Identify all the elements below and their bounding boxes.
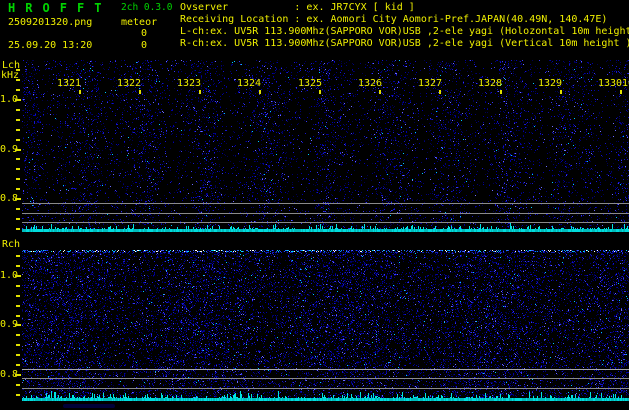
time-label: 1322 bbox=[117, 78, 142, 89]
freq-axis-tick bbox=[15, 198, 21, 200]
freq-axis-tick bbox=[16, 364, 20, 366]
freq-axis-tick bbox=[16, 69, 20, 71]
freq-axis-tick bbox=[16, 109, 20, 111]
time-label: 1321 bbox=[57, 78, 82, 89]
mode-version-label: 2ch 0.3.0 bbox=[121, 2, 173, 13]
time-axis-tick bbox=[319, 90, 321, 94]
freq-axis-tick bbox=[16, 394, 20, 396]
lch-rig-info-line: L-ch:ex. UV5R 113.900Mhz(SAPPORO VOR)USB… bbox=[180, 26, 629, 37]
time-label: 1326 bbox=[358, 78, 383, 89]
rch-ytick-0-8: 0.8 bbox=[0, 369, 19, 380]
rch-ytick-1-0: 1.0 bbox=[0, 270, 19, 281]
freq-axis-tick bbox=[16, 218, 20, 220]
time-axis-tick bbox=[620, 90, 622, 94]
freq-axis-tick bbox=[16, 208, 20, 210]
rch-channel-label: Rch bbox=[2, 239, 21, 250]
observer-info-line: Ovserver : ex. JR7CYX [ kid ] bbox=[180, 2, 415, 13]
time-label: 1325 bbox=[298, 78, 323, 89]
time-axis-tick bbox=[500, 90, 502, 94]
location-info-line: Receiving Location : ex. Aomori City Aom… bbox=[180, 14, 608, 25]
time-axis-tick bbox=[379, 90, 381, 94]
time-label: 1327 bbox=[418, 78, 443, 89]
meteor-count-rch: 0 bbox=[141, 40, 148, 51]
output-filename: 2509201320.png bbox=[8, 17, 93, 28]
app-title: H R O F F T bbox=[8, 1, 103, 15]
time-label: 1328 bbox=[478, 78, 503, 89]
time-label: 1329 bbox=[538, 78, 563, 89]
freq-axis-tick bbox=[16, 158, 20, 160]
freq-axis-tick bbox=[16, 384, 20, 386]
freq-axis-tick bbox=[16, 285, 20, 287]
freq-axis-tick bbox=[16, 139, 20, 141]
freq-axis-tick bbox=[16, 228, 20, 230]
time-axis-tick bbox=[139, 90, 141, 94]
time-axis-tick bbox=[79, 90, 81, 94]
freq-axis-tick bbox=[16, 344, 20, 346]
freq-axis-tick bbox=[15, 149, 21, 151]
lch-ytick-0-9: 0.9 bbox=[0, 144, 19, 155]
time-label: 1323 bbox=[177, 78, 202, 89]
meteor-counter-label: meteor bbox=[121, 17, 158, 28]
freq-axis-tick bbox=[16, 255, 20, 257]
rch-ytick-0-9: 0.9 bbox=[0, 319, 19, 330]
freq-axis-tick bbox=[15, 324, 21, 326]
freq-axis-tick bbox=[16, 89, 20, 91]
timestamp: 25.09.20 13:20 bbox=[8, 40, 93, 51]
freq-axis-tick bbox=[16, 79, 20, 81]
rch-spectrogram bbox=[22, 250, 629, 401]
freq-axis-tick bbox=[16, 315, 20, 317]
time-label: 1324 bbox=[237, 78, 262, 89]
freq-axis-tick bbox=[16, 168, 20, 170]
lch-ytick-1-0: 1.0 bbox=[0, 94, 19, 105]
freq-axis-tick bbox=[15, 275, 21, 277]
time-axis-tick bbox=[439, 90, 441, 94]
freq-axis-tick bbox=[16, 178, 20, 180]
lch-ytick-0-8: 0.8 bbox=[0, 193, 19, 204]
time-label: 1330 bbox=[598, 78, 623, 89]
freq-axis-tick bbox=[16, 119, 20, 121]
rch-rig-info-line: R-ch:ex. UV5R 113.900Mhz(SAPPORO VOR)USB… bbox=[180, 38, 629, 49]
time-axis-tick bbox=[199, 90, 201, 94]
hrofft-screen: H R O F F T 2ch 0.3.0 2509201320.png met… bbox=[0, 0, 629, 410]
time-axis-edge-label: 10 bbox=[622, 78, 629, 89]
freq-axis-tick bbox=[16, 129, 20, 131]
freq-axis-tick bbox=[16, 188, 20, 190]
faint-artifact bbox=[63, 404, 115, 408]
freq-axis-tick bbox=[15, 99, 21, 101]
freq-axis-tick bbox=[16, 334, 20, 336]
freq-axis-tick bbox=[16, 265, 20, 267]
freq-axis-tick bbox=[15, 374, 21, 376]
meteor-count-lch: 0 bbox=[141, 28, 148, 39]
time-axis-tick bbox=[560, 90, 562, 94]
freq-axis-tick bbox=[16, 354, 20, 356]
freq-axis-tick bbox=[16, 295, 20, 297]
freq-axis-tick bbox=[16, 305, 20, 307]
time-axis-tick bbox=[259, 90, 261, 94]
